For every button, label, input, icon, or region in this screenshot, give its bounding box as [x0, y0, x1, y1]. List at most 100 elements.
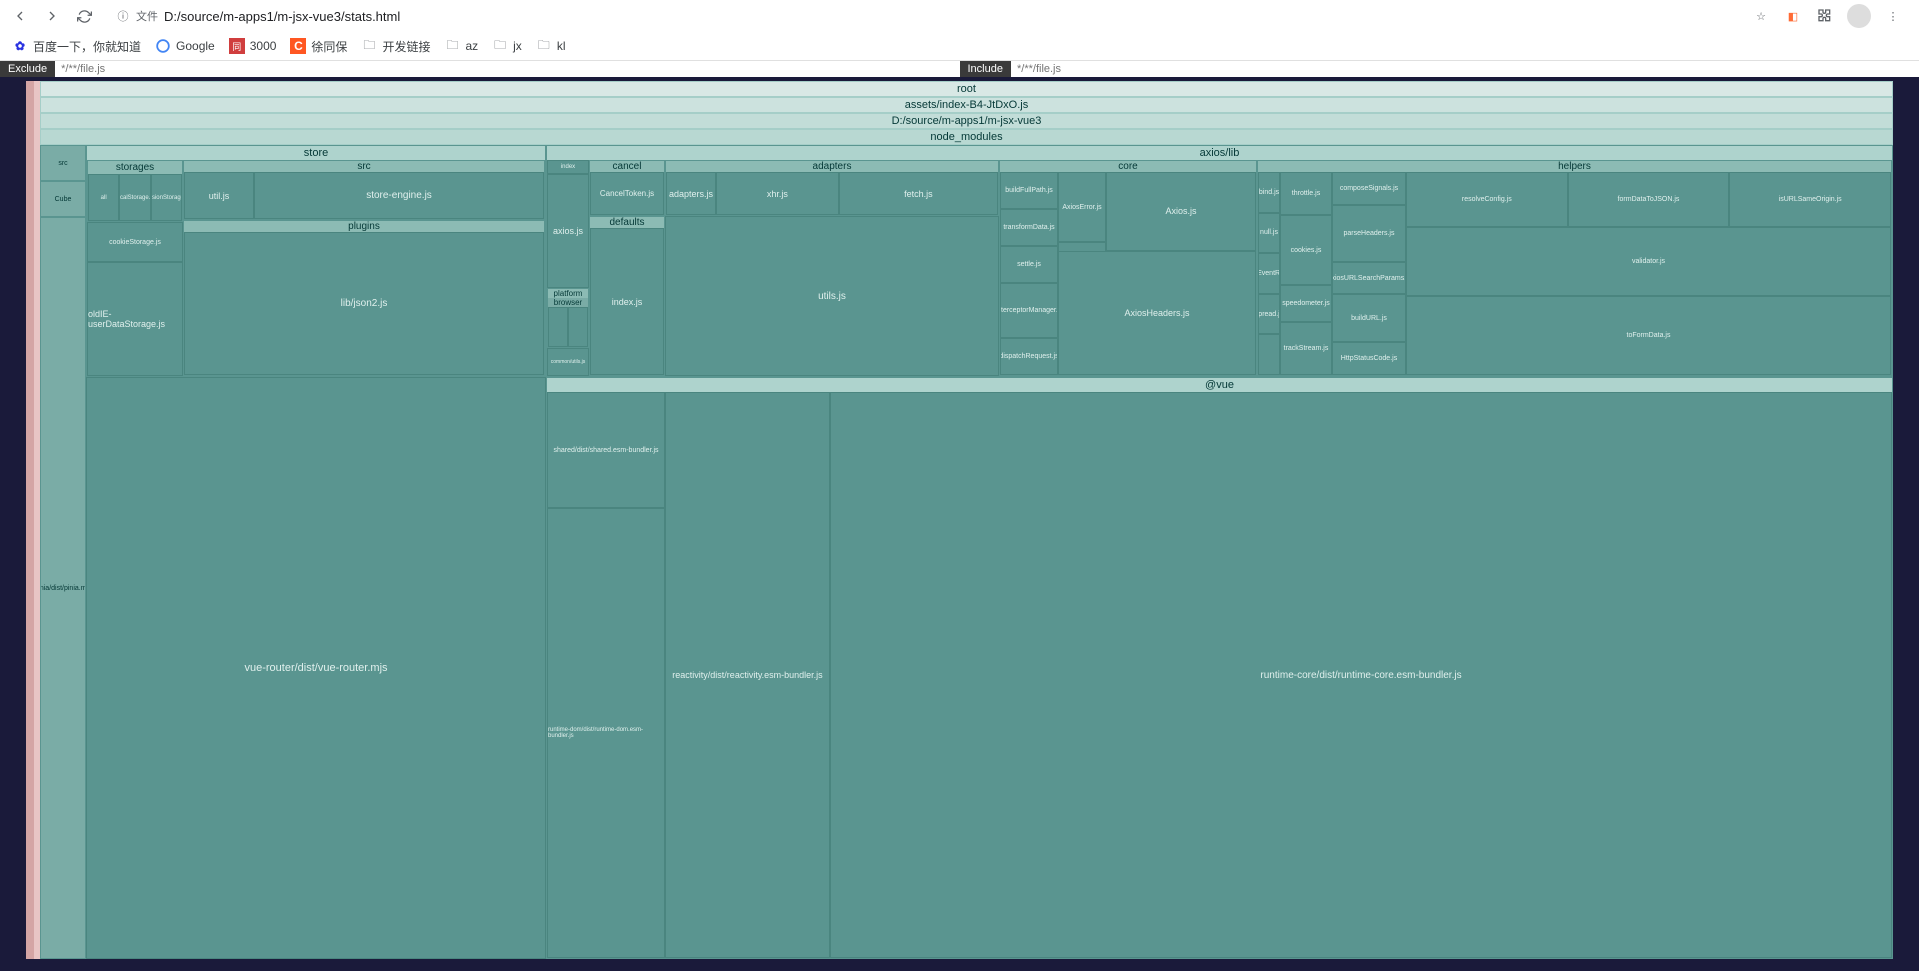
store-header: store: [87, 146, 545, 160]
star-icon[interactable]: ☆: [1751, 6, 1771, 26]
treemap-root[interactable]: root: [40, 81, 1893, 97]
include-label: Include: [960, 61, 1011, 77]
vue-router[interactable]: vue-router/dist/vue-router.mjs: [86, 377, 546, 959]
avatar[interactable]: [1847, 4, 1871, 28]
validator[interactable]: validator.js: [1406, 227, 1891, 296]
interceptor[interactable]: InterceptorManager.js: [1000, 283, 1058, 338]
treemap-node-modules[interactable]: node_modules: [40, 129, 1893, 145]
parseheaders[interactable]: parseHeaders.js: [1332, 205, 1406, 262]
treemap-assets[interactable]: assets/index-B4-JtDxO.js: [40, 97, 1893, 113]
toolbar-right: ☆ ◧ ⋮: [1751, 4, 1911, 28]
axiosurl[interactable]: AxiosURLSearchParams.js: [1332, 262, 1406, 295]
bookmark-az[interactable]: 🗀 az: [444, 38, 478, 54]
axios-utils[interactable]: utils.js: [665, 216, 999, 376]
defaults-block[interactable]: defaults index.js: [589, 216, 665, 376]
bookmark-label: 开发链接: [382, 38, 430, 55]
resolveconfig[interactable]: resolveConfig.js: [1406, 172, 1568, 227]
storage-session[interactable]: sessionStorage.js: [151, 174, 182, 221]
shared[interactable]: shared/dist/shared.esm-bundler.js: [547, 392, 665, 508]
progress[interactable]: progressEventReducer.js: [1258, 253, 1280, 294]
httpstatus[interactable]: HttpStatusCode.js: [1332, 342, 1406, 375]
formdatatojson[interactable]: formDataToJSON.js: [1568, 172, 1730, 227]
runtime-core[interactable]: runtime-core/dist/runtime-core.esm-bundl…: [830, 392, 1892, 958]
bookmark-label: 百度一下，你就知道: [33, 38, 141, 55]
cookie-storage[interactable]: cookieStorage.js: [87, 222, 183, 262]
store-block[interactable]: store storages all localStorage.js sessi…: [86, 145, 546, 377]
trackstream[interactable]: trackStream.js: [1280, 322, 1332, 375]
back-button[interactable]: [8, 4, 32, 28]
common-utils[interactable]: common/utils.js: [547, 348, 589, 376]
bookmark-label: az: [465, 39, 478, 53]
helpers-block[interactable]: helpers bind.js null.js progressEventRed…: [1257, 160, 1892, 376]
cancel-block[interactable]: cancel CancelToken.js: [589, 160, 665, 216]
axiosjs[interactable]: axios.js: [547, 174, 589, 288]
buildurl[interactable]: buildURL.js: [1332, 294, 1406, 342]
url-bar[interactable]: ⓘ 文件 D:/source/m-apps1/m-jsx-vue3/stats.…: [104, 6, 604, 26]
util-cell[interactable]: util.js: [184, 172, 254, 219]
axiosheaders[interactable]: AxiosHeaders.js: [1058, 251, 1256, 375]
axioserror[interactable]: AxiosError.js: [1058, 172, 1106, 242]
side-cell[interactable]: pinia/dist/pinia.mjs: [40, 217, 86, 959]
cancel-token[interactable]: CancelToken.js: [590, 172, 664, 215]
plat-cell[interactable]: [568, 307, 588, 347]
spread[interactable]: spread.js: [1258, 294, 1280, 335]
buildfullpath[interactable]: buildFullPath.js: [1000, 172, 1058, 209]
forward-button[interactable]: [40, 4, 64, 28]
bookmark-jx[interactable]: 🗀jx: [492, 38, 522, 54]
core-block[interactable]: core buildFullPath.js transformData.js s…: [999, 160, 1257, 376]
bookmark-xtb[interactable]: C徐同保: [290, 38, 347, 55]
bookmark-devlink[interactable]: 🗀开发链接: [361, 38, 430, 55]
transformdata[interactable]: transformData.js: [1000, 209, 1058, 246]
reactivity[interactable]: reactivity/dist/reactivity.esm-bundler.j…: [665, 392, 830, 958]
src-block[interactable]: src util.js store-engine.js: [183, 160, 545, 220]
settle[interactable]: settle.js: [1000, 246, 1058, 283]
dispatch[interactable]: dispatchRequest.js: [1000, 338, 1058, 375]
cookies[interactable]: cookies.js: [1280, 215, 1332, 285]
menu-icon[interactable]: ⋮: [1883, 6, 1903, 26]
spread2[interactable]: [1258, 334, 1280, 375]
null[interactable]: null.js: [1258, 213, 1280, 254]
include-input[interactable]: [1011, 61, 1919, 77]
side-sliver-1[interactable]: [26, 81, 34, 959]
treemap-source[interactable]: D:/source/m-apps1/m-jsx-vue3: [40, 113, 1893, 129]
bookmark-baidu[interactable]: ✿百度一下，你就知道: [12, 38, 141, 55]
vue-block[interactable]: @vue shared/dist/shared.esm-bundler.js r…: [546, 377, 1893, 959]
exclude-label: Exclude: [0, 61, 55, 77]
google-icon: [155, 38, 171, 54]
side-cell[interactable]: Cube: [40, 181, 86, 217]
isurlsameorigin[interactable]: isURLSameOrigin.js: [1729, 172, 1891, 227]
side-cell[interactable]: src: [40, 145, 86, 181]
bookmark-kl[interactable]: 🗀kl: [536, 38, 566, 54]
storage-all[interactable]: all: [88, 174, 119, 221]
platform-block[interactable]: platform browser: [547, 288, 589, 348]
browser-header: browser: [548, 298, 588, 307]
plat-cell[interactable]: [548, 307, 568, 347]
engine-cell[interactable]: store-engine.js: [254, 172, 544, 219]
defaults-index[interactable]: index.js: [590, 228, 664, 375]
throttle[interactable]: throttle.js: [1280, 172, 1332, 215]
toformdata[interactable]: toFormData.js: [1406, 296, 1891, 375]
reload-button[interactable]: [72, 4, 96, 28]
bind[interactable]: bind.js: [1258, 172, 1280, 213]
runtime-dom[interactable]: runtime-dom/dist/runtime-dom.esm-bundler…: [547, 508, 665, 958]
xhr-js[interactable]: xhr.js: [716, 172, 839, 215]
compose[interactable]: composeSignals.js: [1332, 172, 1406, 205]
fetch-js[interactable]: fetch.js: [839, 172, 998, 215]
exclude-input[interactable]: [55, 61, 959, 77]
puzzle-icon[interactable]: [1815, 6, 1835, 26]
axios-class[interactable]: Axios.js: [1106, 172, 1256, 251]
axios-block[interactable]: axios/lib index axios.js platform browse…: [546, 145, 1893, 377]
extension-icon[interactable]: ◧: [1783, 6, 1803, 26]
folder-icon: 🗀: [444, 38, 460, 54]
axios-index[interactable]: index: [547, 160, 589, 174]
oldie-storage[interactable]: oldIE-userDataStorage.js: [87, 262, 183, 376]
storages-block[interactable]: storages all localStorage.js sessionStor…: [87, 160, 183, 222]
json2-cell[interactable]: lib/json2.js: [184, 232, 544, 375]
storage-local[interactable]: localStorage.js: [119, 174, 150, 221]
bookmark-3000[interactable]: 同3000: [229, 38, 277, 54]
adapters-js[interactable]: adapters.js: [666, 172, 716, 215]
plugins-block[interactable]: plugins lib/json2.js: [183, 220, 545, 376]
bookmark-google[interactable]: Google: [155, 38, 215, 54]
speedometer[interactable]: speedometer.js: [1280, 285, 1332, 321]
adapters-block[interactable]: adapters adapters.js xhr.js fetch.js: [665, 160, 999, 216]
